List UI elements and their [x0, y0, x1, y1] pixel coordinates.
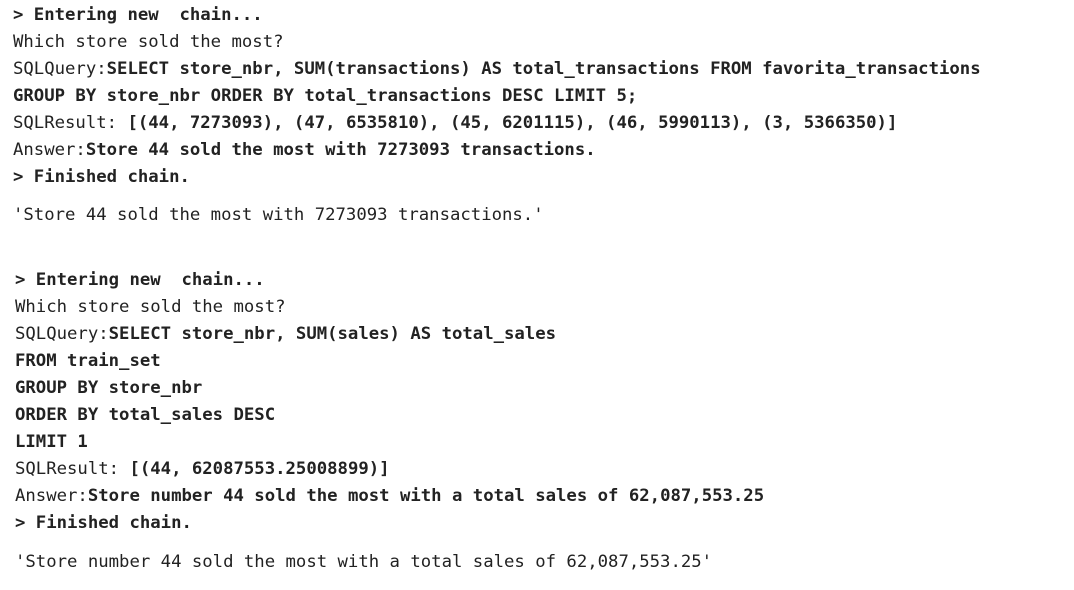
question-line: Which store sold the most?	[13, 32, 284, 52]
sql-result-label: SQLResult:	[15, 459, 130, 479]
sql-result-value: [(44, 7273093), (47, 6535810), (45, 6201…	[127, 113, 898, 133]
sql-query-continuation: ORDER BY total_sales DESC	[15, 405, 276, 425]
entering-chain-line: > Entering new chain...	[13, 5, 263, 25]
sql-query-continuation: GROUP BY store_nbr ORDER BY total_transa…	[13, 86, 638, 106]
sql-result-line: SQLResult: [(44, 7273093), (47, 6535810)…	[13, 110, 897, 137]
sql-query-line: SQLQuery:SELECT store_nbr, SUM(transacti…	[13, 56, 981, 83]
sql-query-text: SELECT store_nbr, SUM(sales) AS total_sa…	[108, 324, 557, 344]
chain-output: 'Store number 44 sold the most with a to…	[15, 552, 713, 572]
answer-label: Answer:	[13, 140, 86, 160]
answer-line: Answer:Store number 44 sold the most wit…	[15, 483, 764, 510]
sql-result-value: [(44, 62087553.25008899)]	[129, 459, 390, 479]
sql-result-line: SQLResult: [(44, 62087553.25008899)]	[15, 456, 390, 483]
console-output: > Entering new chain... Which store sold…	[0, 0, 1074, 590]
sql-query-label: SQLQuery:	[15, 324, 109, 344]
sql-query-continuation: LIMIT 1	[15, 432, 88, 452]
entering-chain-line: > Entering new chain...	[15, 270, 265, 290]
chain-output: 'Store 44 sold the most with 7273093 tra…	[13, 205, 544, 225]
sql-query-continuation: FROM train_set	[15, 351, 161, 371]
sql-query-text: SELECT store_nbr, SUM(transactions) AS t…	[106, 59, 981, 79]
finished-chain-line: > Finished chain.	[15, 513, 192, 533]
answer-text: Store 44 sold the most with 7273093 tran…	[85, 140, 596, 160]
sql-query-label: SQLQuery:	[13, 59, 107, 79]
sql-query-line: SQLQuery:SELECT store_nbr, SUM(sales) AS…	[15, 321, 556, 348]
answer-text: Store number 44 sold the most with a tot…	[87, 486, 765, 506]
finished-chain-line: > Finished chain.	[13, 167, 190, 187]
answer-line: Answer:Store 44 sold the most with 72730…	[13, 137, 596, 164]
question-line: Which store sold the most?	[15, 297, 286, 317]
sql-result-label: SQLResult:	[13, 113, 128, 133]
answer-label: Answer:	[15, 486, 88, 506]
sql-query-continuation: GROUP BY store_nbr	[15, 378, 203, 398]
